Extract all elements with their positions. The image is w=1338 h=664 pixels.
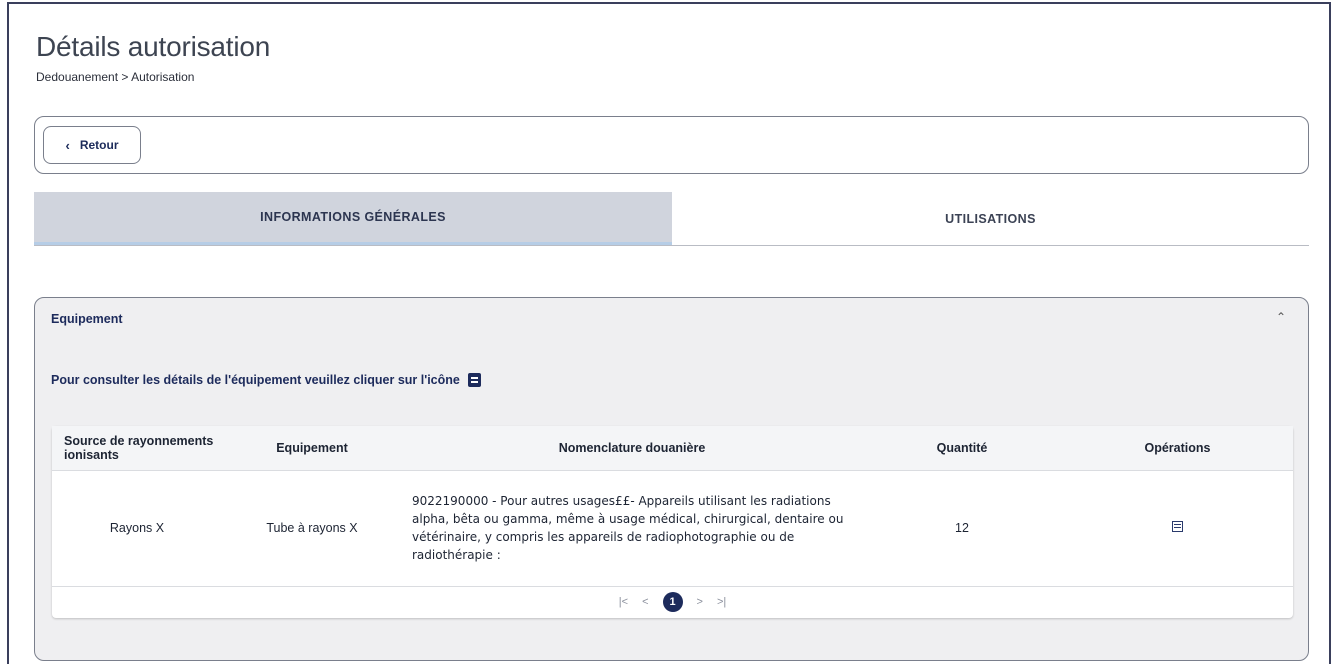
back-button[interactable]: ‹ Retour	[43, 126, 141, 164]
chevron-up-icon[interactable]: ⌃	[1276, 310, 1286, 324]
tab-utilisations[interactable]: UTILISATIONS	[672, 192, 1309, 245]
panel-title: Equipement	[51, 312, 123, 326]
hint-label: Pour consulter les détails de l'équipeme…	[51, 373, 460, 387]
cell-source: Rayons X	[52, 470, 222, 587]
last-page-icon[interactable]: >|	[717, 596, 726, 608]
first-page-icon[interactable]: |<	[619, 596, 628, 608]
breadcrumb: Dedouanement > Autorisation	[36, 70, 195, 84]
equipement-table: Source de rayonnements ionisants Equipem…	[52, 426, 1293, 618]
cell-nomenclature: 9022190000 - Pour autres usages££- Appar…	[402, 470, 862, 587]
document-icon	[467, 373, 481, 387]
column-header-equipement: Equipement	[222, 426, 402, 471]
column-header-quantite: Quantité	[862, 426, 1062, 471]
page-title: Détails autorisation	[36, 31, 271, 62]
cell-operations	[1062, 470, 1293, 587]
chevron-left-icon: ‹	[65, 137, 70, 153]
hint-text: Pour consulter les détails de l'équipeme…	[51, 373, 481, 387]
cell-equipement: Tube à rayons X	[222, 470, 402, 587]
prev-page-icon[interactable]: <	[642, 596, 648, 608]
table-header-row: Source de rayonnements ionisants Equipem…	[52, 426, 1293, 471]
tabs: INFORMATIONS GÉNÉRALES UTILISATIONS	[34, 192, 1309, 246]
toolbar: ‹ Retour	[34, 116, 1309, 174]
back-button-label: Retour	[79, 138, 119, 152]
table-row: Rayons X Tube à rayons X 9022190000 - Po…	[52, 470, 1293, 587]
column-header-source: Source de rayonnements ionisants	[52, 426, 222, 471]
pagination: |< < 1 > >|	[52, 587, 1293, 617]
column-header-operations: Opérations	[1062, 426, 1293, 471]
next-page-icon[interactable]: >	[697, 596, 703, 608]
details-icon[interactable]	[1172, 521, 1183, 532]
page-number[interactable]: 1	[662, 591, 683, 612]
tab-informations-generales[interactable]: INFORMATIONS GÉNÉRALES	[34, 192, 672, 245]
cell-quantite: 12	[862, 470, 1062, 587]
page-frame: Détails autorisation Dedouanement > Auto…	[7, 2, 1331, 664]
column-header-nomenclature: Nomenclature douanière	[402, 426, 862, 471]
equipement-panel: Equipement ⌃ Pour consulter les détails …	[34, 297, 1309, 661]
